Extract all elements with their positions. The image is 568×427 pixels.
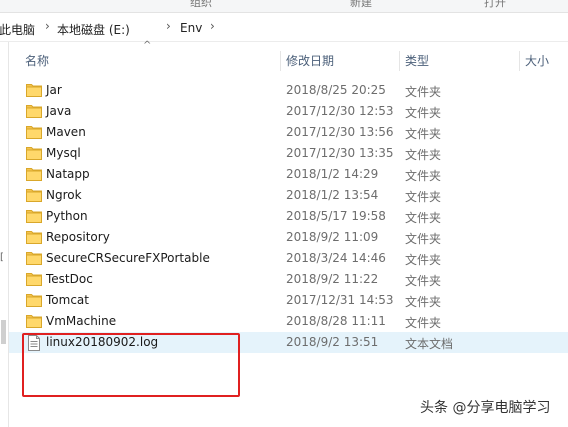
- folder-icon: [26, 209, 42, 223]
- folder-row[interactable]: Natapp 2018/1/2 14:29 文件夹: [9, 164, 568, 185]
- file-name: Ngrok: [46, 188, 82, 202]
- folder-icon: [26, 125, 42, 139]
- folder-row[interactable]: Jar 2018/8/25 20:25 文件夹: [9, 80, 568, 101]
- column-headers: 名称 修改日期 类型 大小: [9, 47, 568, 75]
- navigation-pane: [: [0, 42, 9, 427]
- file-date: 2018/1/2 13:54: [286, 188, 379, 202]
- folder-row[interactable]: Python 2018/5/17 19:58 文件夹: [9, 206, 568, 227]
- file-type: 文件夹: [405, 274, 442, 288]
- ribbon-strip: 组织 新建 打开: [0, 0, 568, 13]
- address-bar[interactable]: 此电脑 › 本地磁盘 (E:) › Env ›: [0, 15, 568, 42]
- folder-row[interactable]: VmMachine 2018/8/28 11:11 文件夹: [9, 311, 568, 332]
- breadcrumb-drive-e[interactable]: 本地磁盘 (E:): [57, 21, 130, 38]
- folder-icon: [26, 251, 42, 265]
- file-date: 2017/12/30 13:35: [286, 146, 394, 160]
- file-date: 2017/12/30 13:56: [286, 125, 394, 139]
- folder-icon: [26, 83, 42, 97]
- file-date: 2017/12/31 14:53: [286, 293, 394, 307]
- breadcrumb-chevron-icon[interactable]: ›: [45, 19, 50, 33]
- file-name: Maven: [46, 125, 86, 139]
- file-date: 2018/9/2 11:09: [286, 230, 379, 244]
- column-header-size-label: 大小: [525, 54, 550, 68]
- file-type: 文件夹: [405, 85, 442, 99]
- file-type: 文件夹: [405, 316, 442, 330]
- file-date: 2018/8/25 20:25: [286, 83, 386, 97]
- file-name: Repository: [46, 230, 110, 244]
- file-name: Mysql: [46, 146, 81, 160]
- file-name: Jar: [46, 83, 62, 97]
- breadcrumb-chevron-icon[interactable]: ›: [166, 19, 171, 33]
- file-name: SecureCRSecureFXPortable: [46, 251, 210, 265]
- file-type: 文件夹: [405, 190, 442, 204]
- column-header-date[interactable]: 修改日期: [281, 47, 400, 75]
- file-date: 2018/9/2 11:22: [286, 272, 379, 286]
- column-header-date-label: 修改日期: [286, 54, 335, 68]
- folder-icon: [26, 146, 42, 160]
- file-name: VmMachine: [46, 314, 117, 328]
- folder-row[interactable]: Repository 2018/9/2 11:09 文件夹: [9, 227, 568, 248]
- breadcrumb-this-pc[interactable]: 此电脑: [0, 21, 35, 38]
- breadcrumb-env[interactable]: Env: [180, 21, 202, 35]
- folder-icon: [26, 230, 42, 244]
- file-type: 文件夹: [405, 106, 442, 120]
- breadcrumb-chevron-icon[interactable]: ›: [210, 19, 215, 33]
- nav-collapse-icon[interactable]: [: [0, 252, 4, 263]
- folder-row[interactable]: TestDoc 2018/9/2 11:22 文件夹: [9, 269, 568, 290]
- file-name: Python: [46, 209, 88, 223]
- column-header-type[interactable]: 类型: [400, 47, 520, 75]
- folder-icon: [26, 272, 42, 286]
- ribbon-group-organize[interactable]: 组织: [190, 0, 212, 10]
- file-name: Tomcat: [46, 293, 89, 307]
- file-type: 文件夹: [405, 169, 442, 183]
- folder-icon: [26, 314, 42, 328]
- watermark: 头条 @分享电脑学习: [420, 400, 551, 416]
- file-name: Natapp: [46, 167, 90, 181]
- nav-scrollbar[interactable]: [1, 320, 6, 344]
- folder-icon: [26, 167, 42, 181]
- file-type: 文件夹: [405, 211, 442, 225]
- file-type: 文本文档: [405, 337, 454, 351]
- folder-icon: [26, 188, 42, 202]
- column-header-type-label: 类型: [405, 54, 430, 68]
- column-header-size[interactable]: 大小: [520, 47, 568, 75]
- folder-icon: [26, 293, 42, 307]
- folder-row[interactable]: Java 2017/12/30 12:53 文件夹: [9, 101, 568, 122]
- folder-row[interactable]: Mysql 2017/12/30 13:35 文件夹: [9, 143, 568, 164]
- file-type: 文件夹: [405, 148, 442, 162]
- file-type: 文件夹: [405, 253, 442, 267]
- file-date: 2018/3/24 14:46: [286, 251, 386, 265]
- file-date: 2018/9/2 13:51: [286, 335, 379, 349]
- folder-row[interactable]: SecureCRSecureFXPortable 2018/3/24 14:46 文…: [9, 248, 568, 269]
- folder-row[interactable]: Maven 2017/12/30 13:56 文件夹: [9, 122, 568, 143]
- file-date: 2017/12/30 12:53: [286, 104, 394, 118]
- file-name: TestDoc: [46, 272, 93, 286]
- ribbon-group-new[interactable]: 新建: [350, 0, 372, 10]
- folder-icon: [26, 104, 42, 118]
- highlight-annotation-box: [22, 333, 240, 397]
- ribbon-group-open[interactable]: 打开: [484, 0, 506, 10]
- file-type: 文件夹: [405, 127, 442, 141]
- column-header-name[interactable]: 名称: [9, 47, 281, 75]
- file-name: Java: [46, 104, 72, 118]
- file-date: 2018/1/2 14:29: [286, 167, 379, 181]
- column-header-name-label: 名称: [25, 54, 50, 68]
- folder-row[interactable]: Ngrok 2018/1/2 13:54 文件夹: [9, 185, 568, 206]
- file-date: 2018/5/17 19:58: [286, 209, 386, 223]
- file-type: 文件夹: [405, 295, 442, 309]
- file-type: 文件夹: [405, 232, 442, 246]
- folder-row[interactable]: Tomcat 2017/12/31 14:53 文件夹: [9, 290, 568, 311]
- file-date: 2018/8/28 11:11: [286, 314, 386, 328]
